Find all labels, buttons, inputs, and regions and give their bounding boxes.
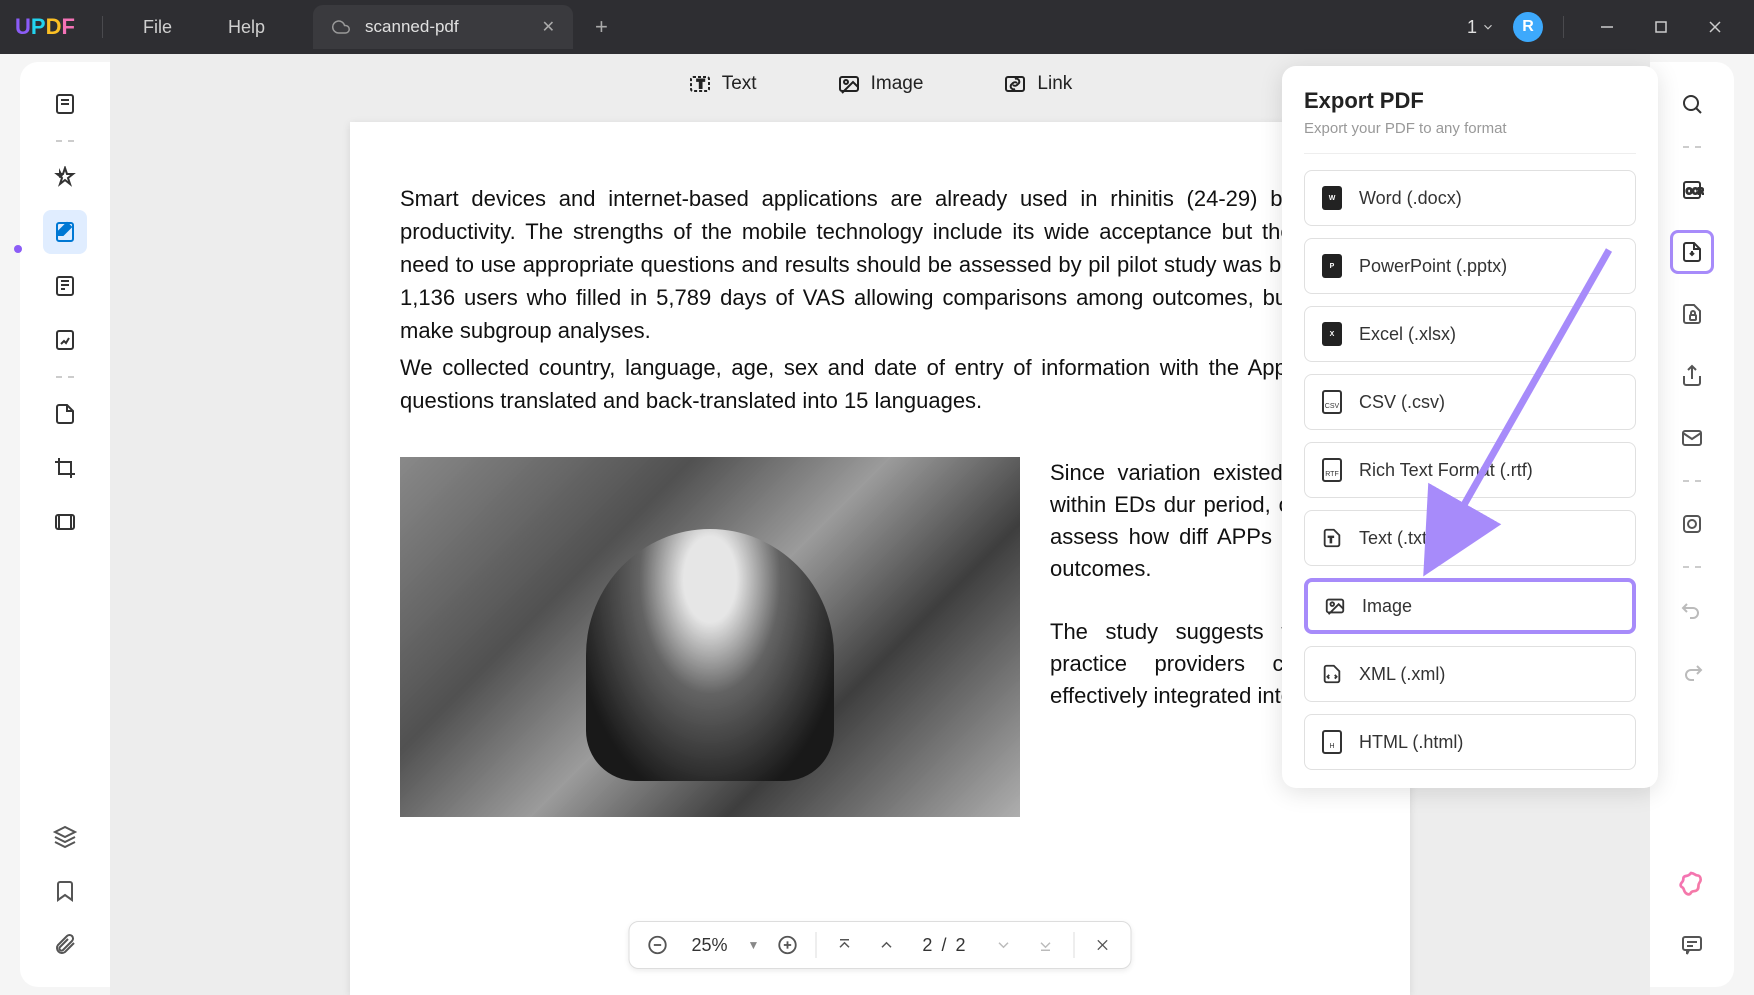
- zoom-out-button[interactable]: [644, 931, 672, 959]
- compress-icon[interactable]: [1670, 502, 1714, 546]
- tab-title: scanned-pdf: [365, 17, 528, 37]
- share-icon[interactable]: [1670, 354, 1714, 398]
- redo-icon[interactable]: [1670, 650, 1714, 694]
- redact-icon[interactable]: [43, 500, 87, 544]
- zoom-in-button[interactable]: [773, 931, 801, 959]
- document-image: [400, 457, 1020, 817]
- minimize-button[interactable]: [1584, 11, 1630, 43]
- user-avatar[interactable]: R: [1513, 12, 1543, 42]
- text-tool[interactable]: T Text: [688, 72, 757, 96]
- divider: [102, 16, 103, 38]
- maximize-button[interactable]: [1638, 11, 1684, 43]
- email-icon[interactable]: [1670, 416, 1714, 460]
- svg-text:T: T: [1328, 536, 1333, 545]
- export-image[interactable]: Image: [1304, 578, 1636, 634]
- pdf-page[interactable]: Smart devices and internet-based applica…: [350, 122, 1410, 995]
- export-panel: Export PDF Export your PDF to any format…: [1282, 66, 1658, 788]
- undo-icon[interactable]: [1670, 588, 1714, 632]
- svg-text:OCR: OCR: [1686, 187, 1704, 196]
- form-icon[interactable]: [43, 318, 87, 362]
- export-html[interactable]: H HTML (.html): [1304, 714, 1636, 770]
- link-tool[interactable]: Link: [1003, 72, 1072, 96]
- comment-icon[interactable]: [43, 156, 87, 200]
- ocr-icon[interactable]: OCR: [1670, 168, 1714, 212]
- search-icon[interactable]: [1670, 82, 1714, 126]
- first-page-button[interactable]: [830, 931, 858, 959]
- notification-count[interactable]: 1: [1457, 17, 1505, 38]
- export-csv[interactable]: CSV CSV (.csv): [1304, 374, 1636, 430]
- menu-file[interactable]: File: [115, 17, 200, 38]
- crop-icon[interactable]: [43, 446, 87, 490]
- new-tab-button[interactable]: +: [595, 14, 608, 40]
- left-sidebar: [20, 62, 110, 987]
- attachment-icon[interactable]: [43, 923, 87, 967]
- divider: [1563, 16, 1564, 38]
- paragraph-2: We collected country, language, age, sex…: [400, 351, 1360, 417]
- export-rtf[interactable]: RTF Rich Text Format (.rtf): [1304, 442, 1636, 498]
- close-button[interactable]: [1692, 11, 1738, 43]
- feedback-icon[interactable]: [1670, 923, 1714, 967]
- next-page-button[interactable]: [990, 931, 1018, 959]
- close-bar-button[interactable]: [1089, 931, 1117, 959]
- page-tool-icon[interactable]: [43, 392, 87, 436]
- paragraph-1: Smart devices and internet-based applica…: [400, 182, 1360, 347]
- edit-icon[interactable]: [43, 210, 87, 254]
- titlebar: UPDF File Help scanned-pdf ✕ + 1 R: [0, 0, 1754, 54]
- layers-icon[interactable]: [43, 815, 87, 859]
- export-excel[interactable]: X Excel (.xlsx): [1304, 306, 1636, 362]
- indicator-dot: [14, 245, 22, 253]
- organize-icon[interactable]: [43, 264, 87, 308]
- tab-close-button[interactable]: ✕: [542, 17, 555, 37]
- page-indicator[interactable]: 2 / 2: [914, 935, 975, 956]
- cloud-icon: [331, 17, 351, 37]
- reader-icon[interactable]: [43, 82, 87, 126]
- right-sidebar: OCR: [1650, 62, 1734, 987]
- app-logo: UPDF: [0, 14, 90, 40]
- protect-icon[interactable]: [1670, 292, 1714, 336]
- svg-text:T: T: [697, 77, 705, 91]
- zoom-level: 25%: [686, 935, 734, 956]
- menu-help[interactable]: Help: [200, 17, 293, 38]
- zoom-dropdown[interactable]: ▼: [748, 938, 760, 952]
- export-powerpoint[interactable]: P PowerPoint (.pptx): [1304, 238, 1636, 294]
- last-page-button[interactable]: [1032, 931, 1060, 959]
- export-word[interactable]: W Word (.docx): [1304, 170, 1636, 226]
- export-title: Export PDF: [1304, 88, 1636, 114]
- export-xml[interactable]: XML (.xml): [1304, 646, 1636, 702]
- zoom-nav-bar: 25% ▼ 2 / 2: [629, 921, 1132, 969]
- ai-icon[interactable]: [1670, 861, 1714, 905]
- prev-page-button[interactable]: [872, 931, 900, 959]
- image-tool[interactable]: Image: [837, 72, 924, 96]
- export-text[interactable]: T Text (.txt): [1304, 510, 1636, 566]
- export-icon[interactable]: [1670, 230, 1714, 274]
- bookmark-icon[interactable]: [43, 869, 87, 913]
- document-tab[interactable]: scanned-pdf ✕: [313, 5, 573, 49]
- export-subtitle: Export your PDF to any format: [1304, 120, 1636, 154]
